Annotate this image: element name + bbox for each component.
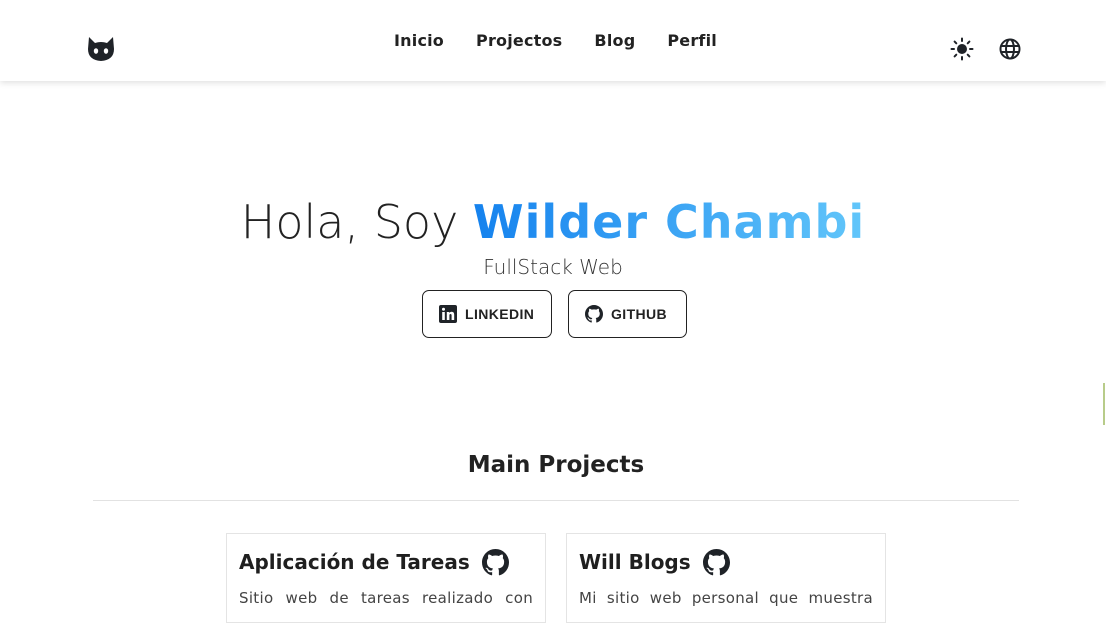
nav-link-perfil[interactable]: Perfil xyxy=(667,31,717,50)
github-icon[interactable] xyxy=(702,548,730,576)
nav-link-blog[interactable]: Blog xyxy=(594,31,635,50)
github-icon[interactable] xyxy=(481,548,509,576)
github-button[interactable]: GITHUB xyxy=(568,290,687,338)
linkedin-button[interactable]: LINKEDIN xyxy=(422,290,552,338)
globe-icon[interactable] xyxy=(998,37,1022,61)
project-card: Will Blogs Mi sitio web personal que mue… xyxy=(566,533,886,623)
github-button-label: GITHUB xyxy=(611,306,668,322)
hero-title: Hola, Soy Wilder Chambi xyxy=(0,190,1106,254)
hero-name: Wilder Chambi xyxy=(472,195,866,249)
navbar: Inicio Projectos Blog Perfil xyxy=(0,0,1106,81)
section-divider xyxy=(93,500,1019,501)
github-icon xyxy=(585,305,603,323)
projects-section-title: Main Projects xyxy=(467,452,645,478)
hero-subtitle: FullStack Web xyxy=(483,255,623,279)
linkedin-button-label: LINKEDIN xyxy=(465,306,535,322)
hero-greeting: Hola, Soy xyxy=(240,195,473,249)
project-card-description: Sitio web de tareas realizado con xyxy=(239,589,533,607)
social-buttons: LINKEDIN GITHUB xyxy=(0,290,1106,338)
nav-link-inicio[interactable]: Inicio xyxy=(394,31,444,50)
project-card-header: Aplicación de Tareas xyxy=(239,548,533,576)
linkedin-icon xyxy=(439,305,457,323)
project-card-header: Will Blogs xyxy=(579,548,873,576)
project-card-title: Will Blogs xyxy=(579,550,691,574)
scroll-indicator xyxy=(1103,383,1105,425)
project-card: Aplicación de Tareas Sitio web de tareas… xyxy=(226,533,546,623)
project-card-title: Aplicación de Tareas xyxy=(239,550,470,574)
nav-link-projectos[interactable]: Projectos xyxy=(476,31,562,50)
main-nav: Inicio Projectos Blog Perfil xyxy=(0,0,1106,81)
sun-icon[interactable] xyxy=(950,37,974,61)
hero-section: Hola, Soy Wilder Chambi FullStack Web LI… xyxy=(0,190,1106,338)
project-card-description: Mi sitio web personal que muestra xyxy=(579,589,873,607)
